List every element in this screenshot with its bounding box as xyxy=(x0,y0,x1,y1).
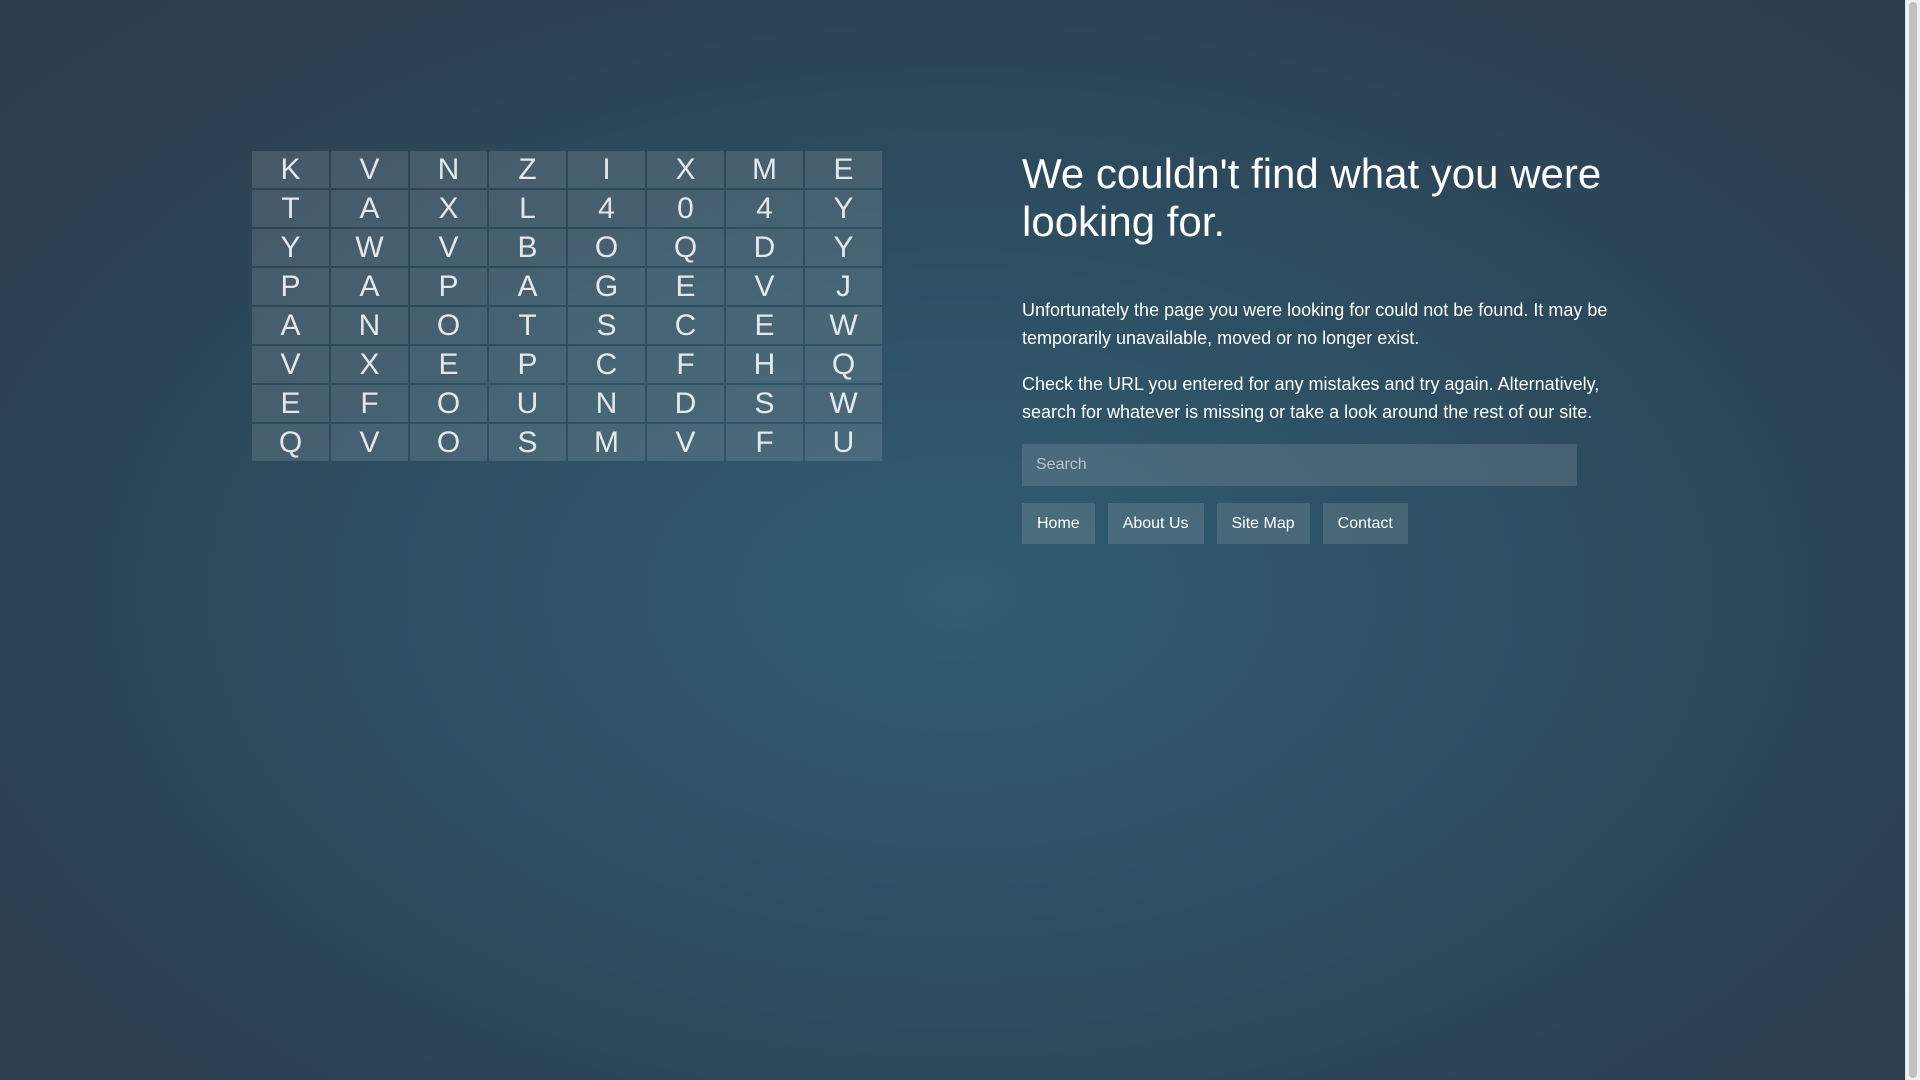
letter-cell: V xyxy=(331,424,408,461)
letter-cell: F xyxy=(331,385,408,422)
letter-cell: N xyxy=(568,385,645,422)
site-map-link[interactable]: Site Map xyxy=(1216,503,1310,544)
letter-cell: X xyxy=(647,151,724,188)
letter-cell: C xyxy=(647,307,724,344)
letter-cell: 4 xyxy=(726,190,803,227)
letter-cell: 4 xyxy=(568,190,645,227)
letter-cell: V xyxy=(726,268,803,305)
letter-cell: N xyxy=(410,151,487,188)
letter-cell: E xyxy=(805,151,882,188)
letter-cell: G xyxy=(568,268,645,305)
letter-cell: Y xyxy=(252,229,329,266)
letter-cell: S xyxy=(726,385,803,422)
letter-cell: L xyxy=(489,190,566,227)
letter-cell: U xyxy=(489,385,566,422)
letter-cell: O xyxy=(410,307,487,344)
letter-cell: S xyxy=(568,307,645,344)
letter-grid: KVNZIXMETAXL404YYWVBOQDYPAPAGEVJANOTSCEW… xyxy=(252,151,882,461)
letter-cell: Y xyxy=(805,190,882,227)
letter-cell: E xyxy=(252,385,329,422)
letter-cell: V xyxy=(331,151,408,188)
letter-cell: X xyxy=(410,190,487,227)
nav-links: Home About Us Site Map Contact xyxy=(1022,503,1622,544)
vertical-scrollbar[interactable] xyxy=(1905,0,1920,1080)
page: KVNZIXMETAXL404YYWVBOQDYPAPAGEVJANOTSCEW… xyxy=(0,0,1905,1080)
letter-cell: W xyxy=(805,385,882,422)
letter-cell: F xyxy=(647,346,724,383)
letter-cell: M xyxy=(726,151,803,188)
letter-cell: E xyxy=(647,268,724,305)
scrollbar-thumb[interactable] xyxy=(1909,2,1917,1078)
letter-cell: P xyxy=(489,346,566,383)
letter-cell: Q xyxy=(252,424,329,461)
letter-cell: O xyxy=(568,229,645,266)
letter-cell: E xyxy=(410,346,487,383)
letter-cell: A xyxy=(331,190,408,227)
letter-cell: Q xyxy=(647,229,724,266)
letter-cell: Q xyxy=(805,346,882,383)
letter-cell: W xyxy=(805,307,882,344)
letter-cell: K xyxy=(252,151,329,188)
error-content: We couldn't find what you were looking f… xyxy=(1022,150,1622,544)
letter-cell: Y xyxy=(805,229,882,266)
letter-cell: M xyxy=(568,424,645,461)
letter-cell: U xyxy=(805,424,882,461)
letter-cell: V xyxy=(647,424,724,461)
error-description: Unfortunately the page you were looking … xyxy=(1022,300,1608,348)
letter-cell: J xyxy=(805,268,882,305)
letter-cell: W xyxy=(331,229,408,266)
letter-cell: O xyxy=(410,385,487,422)
home-link[interactable]: Home xyxy=(1022,503,1095,544)
page-title: We couldn't find what you were looking f… xyxy=(1022,150,1602,245)
letter-cell: D xyxy=(647,385,724,422)
about-us-link[interactable]: About Us xyxy=(1107,503,1204,544)
letter-cell: T xyxy=(489,307,566,344)
letter-cell: N xyxy=(331,307,408,344)
letter-cell: E xyxy=(726,307,803,344)
search-input[interactable] xyxy=(1022,444,1577,486)
letter-cell: A xyxy=(489,268,566,305)
letter-cell: V xyxy=(252,346,329,383)
letter-cell: C xyxy=(568,346,645,383)
letter-cell: A xyxy=(252,307,329,344)
letter-cell: Z xyxy=(489,151,566,188)
error-help-text: Check the URL you entered for any mistak… xyxy=(1022,374,1600,422)
letter-cell: P xyxy=(410,268,487,305)
letter-cell: P xyxy=(252,268,329,305)
letter-cell: A xyxy=(331,268,408,305)
letter-cell: H xyxy=(726,346,803,383)
letter-cell: S xyxy=(489,424,566,461)
letter-cell: D xyxy=(726,229,803,266)
letter-cell: F xyxy=(726,424,803,461)
letter-cell: O xyxy=(410,424,487,461)
letter-cell: V xyxy=(410,229,487,266)
letter-cell: X xyxy=(331,346,408,383)
letter-cell: T xyxy=(252,190,329,227)
letter-cell: B xyxy=(489,229,566,266)
letter-cell: 0 xyxy=(647,190,724,227)
contact-link[interactable]: Contact xyxy=(1322,503,1408,544)
letter-cell: I xyxy=(568,151,645,188)
